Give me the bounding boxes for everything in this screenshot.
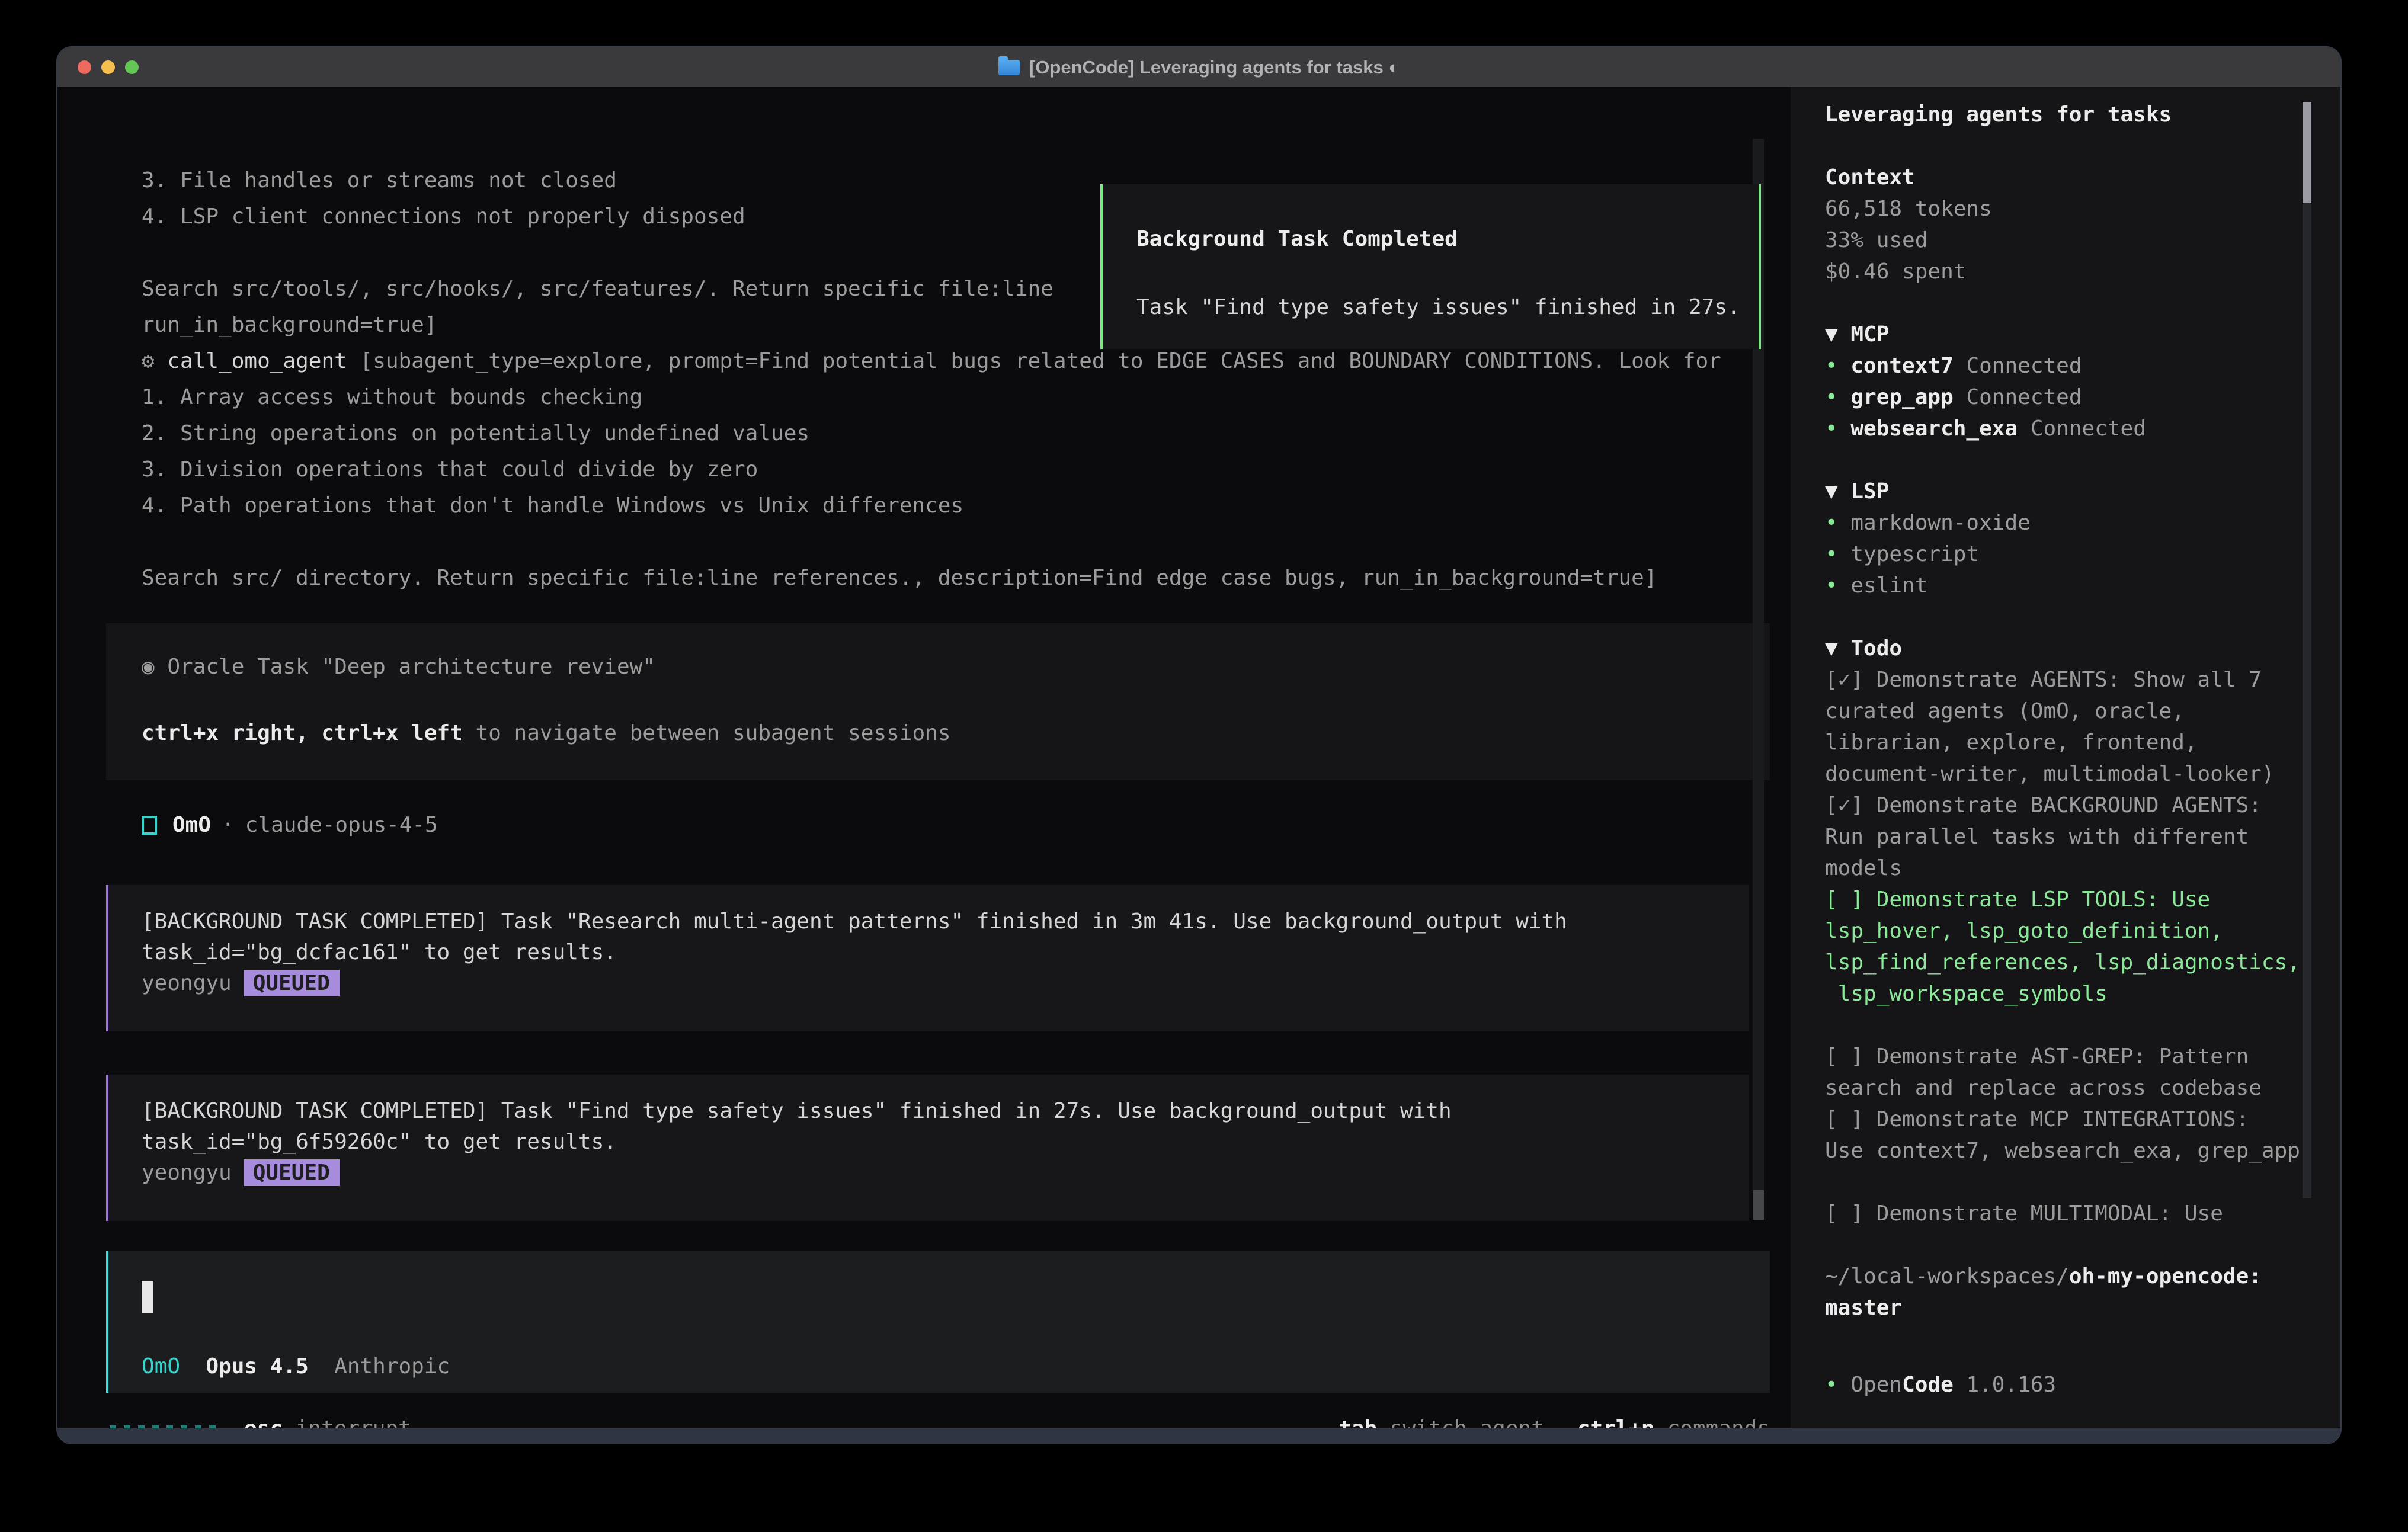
text-cursor [142, 1281, 153, 1313]
terminal-line: 1. Array access without bounds checking [142, 379, 1765, 415]
todo-section-header[interactable]: ▼ Todo [1825, 633, 2313, 664]
terminal-line: 4. Path operations that don't handle Win… [142, 488, 1765, 524]
terminal-line: $0.46 spent [1825, 256, 2313, 287]
agent-model: claude-opus-4-5 [245, 813, 438, 837]
terminal-line: document-writer, multimodal-looker) [1825, 758, 2313, 790]
zoom-window-button[interactable] [125, 60, 139, 74]
terminal-line: lsp_find_references, lsp_diagnostics, [1825, 947, 2313, 978]
terminal-line: Search src/ directory. Return specific f… [142, 560, 1765, 596]
window-title: [OpenCode] Leveraging agents for tasks ◐ [1029, 57, 1400, 78]
background-task-message-1: [BACKGROUND TASK COMPLETED] Task "Resear… [106, 885, 1749, 1031]
task-message-lines: [BACKGROUND TASK COMPLETED] Task "Find t… [142, 1096, 1452, 1188]
terminal-line: [ ] Demonstrate MULTIMODAL: Use [1825, 1198, 2313, 1229]
terminal-line: • grep_app Connected [1825, 382, 2313, 413]
terminal-line: Run parallel tasks with different [1825, 821, 2313, 852]
terminal-line: task_id="bg_dcfac161" to get results. [142, 937, 1567, 968]
notification-title: Background Task Completed [1136, 227, 1458, 251]
terminal-line: • eslint [1825, 570, 2313, 601]
oracle-task-panel: ◉ Oracle Task "Deep architecture review"… [106, 623, 1770, 780]
todo-list: [✓] Demonstrate AGENTS: Show all 7curate… [1825, 664, 2313, 1229]
terminal-line: ctrl+x right, ctrl+x left to navigate be… [142, 717, 950, 750]
terminal-line: curated agents (OmO, oracle, [1825, 696, 2313, 727]
context-section-header: Context [1825, 162, 2313, 193]
oracle-task-lines: ◉ Oracle Task "Deep architecture review"… [142, 650, 950, 750]
agent-session-line[interactable]: OmO · claude-opus-4-5 [142, 809, 438, 841]
session-title: Leveraging agents for tasks [1825, 99, 2313, 130]
terminal-line: yeongyuQUEUED [142, 968, 1567, 999]
agent-separator: · [211, 813, 245, 837]
input-model-info: OmO Opus 4.5 Anthropic [142, 1351, 450, 1382]
title-bar[interactable]: [OpenCode] Leveraging agents for tasks ◐ [57, 47, 2340, 87]
agent-name: OmO [172, 813, 211, 837]
sidebar-scrollbar-track[interactable] [2303, 203, 2311, 1198]
background-task-message-2: [BACKGROUND TASK COMPLETED] Task "Find t… [106, 1075, 1749, 1221]
terminal-line: lsp_workspace_symbols [1825, 978, 2313, 1009]
sidebar: Leveraging agents for tasks Context 66,5… [1791, 87, 2342, 1431]
lsp-section-header[interactable]: ▼ LSP [1825, 476, 2313, 507]
main-scrollbar-thumb[interactable] [1753, 1190, 1764, 1220]
terminal-line: task_id="bg_6f59260c" to get results. [142, 1127, 1452, 1158]
terminal-line: [ ] Demonstrate AST-GREP: Pattern [1825, 1041, 2313, 1072]
app-window: [OpenCode] Leveraging agents for tasks ◐… [56, 46, 2342, 1444]
window-title-group: [OpenCode] Leveraging agents for tasks ◐ [998, 57, 1400, 78]
terminal-line: models [1825, 852, 2313, 884]
terminal-line [1825, 1009, 2313, 1041]
mcp-server-list: • context7 Connected• grep_app Connected… [1825, 350, 2313, 444]
terminal-line: 2. String operations on potentially unde… [142, 415, 1765, 451]
terminal-line [142, 524, 1765, 560]
terminal-line: master [1825, 1292, 2313, 1323]
terminal-line: [BACKGROUND TASK COMPLETED] Task "Find t… [142, 1096, 1452, 1127]
notification-body: Task "Find type safety issues" finished … [1136, 295, 1740, 319]
terminal-line: • OpenCode 1.0.163 [1825, 1369, 2056, 1400]
terminal-line: [BACKGROUND TASK COMPLETED] Task "Resear… [142, 906, 1567, 937]
terminal-line: yeongyuQUEUED [142, 1158, 1452, 1188]
terminal-line: search and replace across codebase [1825, 1072, 2313, 1104]
terminal-line: [ ] Demonstrate LSP TOOLS: Use [1825, 884, 2313, 915]
close-window-button[interactable] [78, 60, 91, 74]
terminal-line [1825, 1166, 2313, 1198]
agent-icon [142, 816, 157, 835]
terminal-line: [✓] Demonstrate AGENTS: Show all 7 [1825, 664, 2313, 696]
terminal-line: • typescript [1825, 539, 2313, 570]
task-message-lines: [BACKGROUND TASK COMPLETED] Task "Resear… [142, 906, 1567, 999]
terminal-line: ◉ Oracle Task "Deep architecture review" [142, 650, 950, 684]
terminal-line [142, 684, 950, 717]
lsp-server-list: • markdown-oxide• typescript• eslint [1825, 507, 2313, 601]
terminal-line: librarian, explore, frontend, [1825, 727, 2313, 758]
background-task-notification: Background Task Completed Task "Find typ… [1100, 184, 1761, 349]
terminal-line: [✓] Demonstrate BACKGROUND AGENTS: [1825, 790, 2313, 821]
terminal-line: • context7 Connected [1825, 350, 2313, 382]
terminal-line: Use context7, websearch_exa, grep_app [1825, 1135, 2313, 1166]
folder-icon [998, 60, 1020, 75]
terminal-line: ~/local-workspaces/oh-my-opencode: [1825, 1261, 2313, 1292]
terminal-line: lsp_hover, lsp_goto_definition, [1825, 915, 2313, 947]
terminal-line: 66,518 tokens [1825, 193, 2313, 225]
prompt-input[interactable]: OmO Opus 4.5 Anthropic [106, 1251, 1770, 1393]
terminal-line: 33% used [1825, 225, 2313, 256]
terminal-line: 3. Division operations that could divide… [142, 451, 1765, 488]
minimize-window-button[interactable] [101, 60, 115, 74]
workspace-path: ~/local-workspaces/oh-my-opencode:master [1825, 1261, 2313, 1323]
terminal-line: • markdown-oxide [1825, 507, 2313, 539]
window-bottom-strip [57, 1428, 2340, 1443]
context-stats: 66,518 tokens33% used$0.46 spent [1825, 193, 2313, 287]
terminal-line: • websearch_exa Connected [1825, 413, 2313, 444]
sidebar-scrollbar-thumb[interactable] [2303, 102, 2311, 203]
terminal-line: OmO Opus 4.5 Anthropic [142, 1351, 450, 1382]
opencode-version: • OpenCode 1.0.163 [1825, 1369, 2056, 1400]
terminal-main-area[interactable]: 3. File handles or streams not closed4. … [57, 87, 1791, 1431]
mcp-section-header[interactable]: ▼ MCP [1825, 319, 2313, 350]
terminal-line: [ ] Demonstrate MCP INTEGRATIONS: [1825, 1104, 2313, 1135]
